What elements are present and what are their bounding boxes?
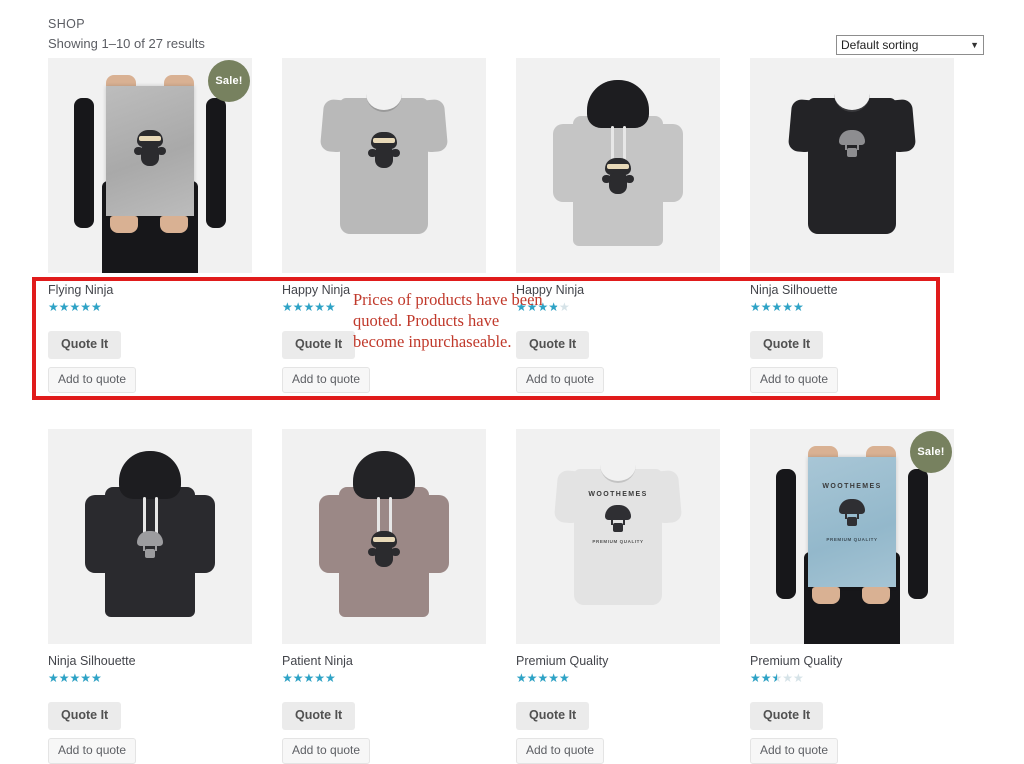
product-row: Sale! Flying Ninja ★★★★★ ★★★★★ Quote It … bbox=[48, 58, 984, 393]
sale-badge: Sale! bbox=[910, 431, 952, 473]
product-title[interactable]: Patient Ninja bbox=[282, 654, 486, 669]
star-rating-filled: ★★★★★ bbox=[282, 672, 336, 685]
product-title[interactable]: Premium Quality bbox=[516, 654, 720, 669]
star-rating-filled: ★★★★★ bbox=[750, 672, 778, 685]
sorting-control[interactable]: Default sorting ▼ bbox=[836, 35, 984, 55]
star-rating: ★★★★★ ★★★★★ bbox=[282, 301, 350, 314]
star-rating-filled: ★★★★★ bbox=[48, 672, 102, 685]
quote-it-button[interactable]: Quote It bbox=[282, 331, 356, 359]
product-title[interactable]: Happy Ninja bbox=[516, 283, 720, 298]
product-image[interactable]: WOOTHEMES PREMIUM QUALITY Sale! bbox=[750, 429, 954, 644]
product-title[interactable]: Ninja Silhouette bbox=[750, 283, 954, 298]
star-rating-filled: ★★★★★ bbox=[750, 301, 804, 314]
product-actions: Quote It Add to quote bbox=[750, 685, 954, 764]
product-card[interactable]: Ninja Silhouette ★★★★★ ★★★★★ Quote It Ad… bbox=[48, 429, 252, 764]
star-rating-filled: ★★★★★ bbox=[516, 301, 557, 314]
product-image[interactable] bbox=[750, 58, 954, 273]
product-title[interactable]: Premium Quality bbox=[750, 654, 954, 669]
product-actions: Quote It Add to quote bbox=[48, 685, 252, 764]
quote-it-button[interactable]: Quote It bbox=[48, 702, 122, 730]
add-to-quote-button[interactable]: Add to quote bbox=[48, 367, 137, 393]
star-rating-filled: ★★★★★ bbox=[516, 672, 570, 685]
star-rating: ★★★★★ ★★★★★ bbox=[282, 672, 350, 685]
product-actions: Quote It Add to quote bbox=[282, 685, 486, 764]
product-image[interactable] bbox=[48, 429, 252, 644]
product-image[interactable] bbox=[516, 58, 720, 273]
product-title[interactable]: Happy Ninja bbox=[282, 283, 486, 298]
quote-it-button[interactable]: Quote It bbox=[516, 702, 590, 730]
star-rating: ★★★★★ ★★★★★ bbox=[48, 301, 116, 314]
product-card[interactable]: Happy Ninja ★★★★★ ★★★★★ Quote It Add to … bbox=[516, 58, 720, 393]
add-to-quote-button[interactable]: Add to quote bbox=[282, 367, 371, 393]
page-title: SHOP bbox=[48, 17, 86, 31]
hoodie-artwork bbox=[516, 58, 720, 273]
product-image[interactable] bbox=[282, 58, 486, 273]
tshirt-artwork bbox=[282, 58, 486, 273]
product-title[interactable]: Ninja Silhouette bbox=[48, 654, 252, 669]
star-rating: ★★★★★ ★★★★★ bbox=[48, 672, 116, 685]
star-rating: ★★★★★ ★★★★★ bbox=[750, 672, 818, 685]
product-title[interactable]: Flying Ninja bbox=[48, 283, 252, 298]
sorting-selected-label: Default sorting bbox=[841, 38, 919, 52]
result-count: Showing 1–10 of 27 results bbox=[48, 36, 205, 51]
product-actions: Quote It Add to quote bbox=[750, 314, 954, 393]
add-to-quote-button[interactable]: Add to quote bbox=[750, 367, 839, 393]
product-card[interactable]: Sale! Flying Ninja ★★★★★ ★★★★★ Quote It … bbox=[48, 58, 252, 393]
product-actions: Quote It Add to quote bbox=[516, 685, 720, 764]
star-rating-filled: ★★★★★ bbox=[282, 301, 336, 314]
product-row: Ninja Silhouette ★★★★★ ★★★★★ Quote It Ad… bbox=[48, 429, 984, 764]
hoodie-artwork bbox=[48, 429, 252, 644]
product-image[interactable]: WOOTHEMES PREMIUM QUALITY bbox=[516, 429, 720, 644]
sorting-select[interactable]: Default sorting ▼ bbox=[836, 35, 984, 55]
product-card[interactable]: Patient Ninja ★★★★★ ★★★★★ Quote It Add t… bbox=[282, 429, 486, 764]
product-actions: Quote It Add to quote bbox=[282, 314, 486, 393]
product-image[interactable]: Sale! bbox=[48, 58, 252, 273]
quote-it-button[interactable]: Quote It bbox=[750, 702, 824, 730]
quote-it-button[interactable]: Quote It bbox=[282, 702, 356, 730]
star-rating-filled: ★★★★★ bbox=[48, 301, 102, 314]
chevron-down-icon: ▼ bbox=[970, 39, 979, 50]
add-to-quote-button[interactable]: Add to quote bbox=[48, 738, 137, 764]
add-to-quote-button[interactable]: Add to quote bbox=[516, 738, 605, 764]
sale-badge: Sale! bbox=[208, 60, 250, 102]
product-card[interactable]: WOOTHEMES PREMIUM QUALITY Premium Qualit… bbox=[516, 429, 720, 764]
shop-header: SHOP Showing 1–10 of 27 results bbox=[48, 16, 205, 53]
product-grid: Sale! Flying Ninja ★★★★★ ★★★★★ Quote It … bbox=[48, 58, 984, 764]
add-to-quote-button[interactable]: Add to quote bbox=[516, 367, 605, 393]
product-card[interactable]: Happy Ninja ★★★★★ ★★★★★ Quote It Add to … bbox=[282, 58, 486, 393]
quote-it-button[interactable]: Quote It bbox=[48, 331, 122, 359]
star-rating: ★★★★★ ★★★★★ bbox=[750, 301, 818, 314]
product-actions: Quote It Add to quote bbox=[516, 314, 720, 393]
add-to-quote-button[interactable]: Add to quote bbox=[282, 738, 371, 764]
hoodie-artwork bbox=[282, 429, 486, 644]
star-rating: ★★★★★ ★★★★★ bbox=[516, 672, 584, 685]
product-image[interactable] bbox=[282, 429, 486, 644]
tshirt-artwork: WOOTHEMES PREMIUM QUALITY bbox=[516, 429, 720, 644]
quote-it-button[interactable]: Quote It bbox=[750, 331, 824, 359]
product-card[interactable]: WOOTHEMES PREMIUM QUALITY Sale! Premium … bbox=[750, 429, 954, 764]
quote-it-button[interactable]: Quote It bbox=[516, 331, 590, 359]
star-rating: ★★★★★ ★★★★★ bbox=[516, 301, 584, 314]
product-card[interactable]: Ninja Silhouette ★★★★★ ★★★★★ Quote It Ad… bbox=[750, 58, 954, 393]
add-to-quote-button[interactable]: Add to quote bbox=[750, 738, 839, 764]
tshirt-artwork bbox=[750, 58, 954, 273]
shop-page: SHOP Showing 1–10 of 27 results Default … bbox=[0, 0, 1024, 764]
product-actions: Quote It Add to quote bbox=[48, 314, 252, 393]
